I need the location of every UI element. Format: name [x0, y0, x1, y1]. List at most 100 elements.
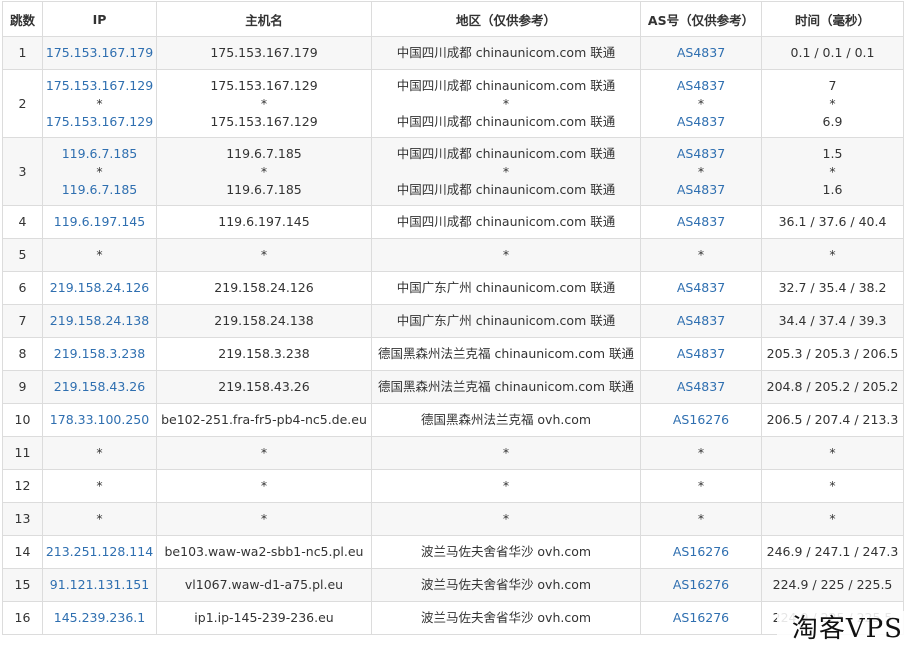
as-link[interactable]: AS16276: [643, 411, 759, 429]
region-cell: 波兰马佐夫舍省华沙 ovh.com: [371, 601, 641, 635]
ip-link[interactable]: 175.153.167.179: [45, 44, 154, 62]
hop-cell: 7: [2, 304, 43, 338]
hostname-cell: *: [156, 436, 372, 470]
time-text: 246.9 / 247.1 / 247.3: [766, 544, 899, 559]
ip-cell: 219.158.24.138: [42, 304, 157, 338]
region-text: *: [502, 478, 510, 493]
time-cell: *: [761, 502, 904, 536]
region-text: 德国黑森州法兰克福 ovh.com: [420, 412, 592, 427]
ip-link[interactable]: 145.239.236.1: [45, 609, 154, 627]
time-text: *: [829, 445, 836, 460]
region-cell: 中国四川成都 chinaunicom.com 联通 * 中国四川成都 chinaun…: [371, 69, 641, 138]
hostname-text: vl1067.waw-d1-a75.pl.eu: [184, 577, 344, 592]
as-link[interactable]: AS4837: [643, 345, 759, 363]
hostname-cell: *: [156, 502, 372, 536]
ip-cell: 175.153.167.179: [42, 36, 157, 70]
as-link[interactable]: AS16276: [643, 609, 759, 627]
region-cell: 德国黑森州法兰克福 ovh.com: [371, 403, 641, 437]
as-link[interactable]: AS4837: [643, 312, 759, 330]
hostname-text: 175.153.167.129: [210, 77, 318, 93]
as-link[interactable]: AS16276: [643, 576, 759, 594]
region-text: *: [502, 247, 510, 262]
ip-link[interactable]: 219.158.43.26: [45, 378, 154, 396]
time-text: *: [829, 511, 836, 526]
time-text: *: [829, 247, 836, 262]
hostname-cell: 119.6.7.185 * 119.6.7.185: [156, 137, 372, 206]
hostname-text: 175.153.167.179: [210, 45, 318, 60]
as-text: *: [697, 163, 705, 179]
region-text: 中国广东广州 chinaunicom.com 联通: [396, 280, 616, 295]
hostname-cell: 219.158.24.126: [156, 271, 372, 305]
hop-cell: 10: [2, 403, 43, 437]
ip-link[interactable]: 119.6.7.185: [45, 145, 154, 163]
as-cell: AS4837: [640, 205, 762, 239]
time-text: *: [829, 478, 836, 493]
ip-link[interactable]: 119.6.197.145: [45, 213, 154, 231]
hop-cell: 6: [2, 271, 43, 305]
ip-link[interactable]: 219.158.24.126: [45, 279, 154, 297]
as-link[interactable]: AS4837: [643, 44, 759, 62]
hostname-cell: *: [156, 469, 372, 503]
region-cell: 中国广东广州 chinaunicom.com 联通: [371, 271, 641, 305]
region-cell: 中国广东广州 chinaunicom.com 联通: [371, 304, 641, 338]
ip-link[interactable]: 175.153.167.129: [45, 113, 154, 131]
as-link[interactable]: AS4837: [643, 181, 759, 199]
watermark-logo: 淘客VPS: [777, 611, 905, 647]
ip-cell: 145.239.236.1: [42, 601, 157, 635]
hostname-text: 219.158.24.126: [214, 280, 314, 295]
hop-cell: 12: [2, 469, 43, 503]
hostname-cell: 175.153.167.179: [156, 36, 372, 70]
ip-link[interactable]: 219.158.3.238: [45, 345, 154, 363]
ip-text: *: [96, 511, 103, 526]
as-link[interactable]: AS4837: [643, 378, 759, 396]
header-as: AS号（仅供参考）: [640, 1, 762, 37]
region-text: 中国四川成都 chinaunicom.com 联通: [396, 145, 616, 161]
ip-link[interactable]: 219.158.24.138: [45, 312, 154, 330]
as-link[interactable]: AS4837: [643, 77, 759, 95]
as-cell: *: [640, 502, 762, 536]
as-link[interactable]: AS4837: [643, 113, 759, 131]
header-region: 地区（仅供参考）: [371, 1, 641, 37]
ip-cell: 178.33.100.250: [42, 403, 157, 437]
ip-cell: *: [42, 238, 157, 272]
as-link[interactable]: AS4837: [643, 213, 759, 231]
hop-cell: 16: [2, 601, 43, 635]
hop-cell: 11: [2, 436, 43, 470]
region-cell: *: [371, 238, 641, 272]
region-cell: 中国四川成都 chinaunicom.com 联通: [371, 36, 641, 70]
ip-cell: 91.121.131.151: [42, 568, 157, 602]
hostname-cell: be102-251.fra-fr5-pb4-nc5.de.eu: [156, 403, 372, 437]
ip-text: *: [96, 445, 103, 460]
hostname-cell: 175.153.167.129 * 175.153.167.129: [156, 69, 372, 138]
ip-link[interactable]: 175.153.167.129: [45, 77, 154, 95]
as-link[interactable]: AS4837: [643, 145, 759, 163]
time-text: 224.9 / 225 / 225.5: [772, 577, 893, 592]
as-link[interactable]: AS4837: [643, 279, 759, 297]
region-text: 中国四川成都 chinaunicom.com 联通: [396, 181, 616, 197]
region-text: 波兰马佐夫舍省华沙 ovh.com: [420, 610, 592, 625]
hostname-text: *: [260, 247, 268, 262]
ip-link[interactable]: 119.6.7.185: [45, 181, 154, 199]
hostname-text: 119.6.197.145: [218, 214, 310, 229]
time-cell: 34.4 / 37.4 / 39.3: [761, 304, 904, 338]
traceroute-table: 跳数 IP 主机名 地区（仅供参考） AS号（仅供参考） 时间（毫秒） 1 175…: [2, 1, 904, 635]
time-text: 205.3 / 205.3 / 206.5: [766, 346, 899, 361]
ip-link[interactable]: 213.251.128.114: [45, 543, 154, 561]
time-text: 1.6: [822, 181, 843, 197]
as-link[interactable]: AS16276: [643, 543, 759, 561]
as-cell: AS4837: [640, 337, 762, 371]
as-text: *: [697, 95, 705, 111]
table-row: 5 * * * * *: [2, 238, 904, 272]
ip-link[interactable]: 91.121.131.151: [45, 576, 154, 594]
hostname-text: 219.158.43.26: [218, 379, 310, 394]
hop-cell: 14: [2, 535, 43, 569]
ip-cell: *: [42, 436, 157, 470]
table-row: 4 119.6.197.145 119.6.197.145 中国四川成都 chinau…: [2, 205, 904, 239]
time-text: 1.5: [822, 145, 843, 161]
table-row: 14 213.251.128.114 be103.waw-wa2-sbb1-nc5.…: [2, 535, 904, 569]
hostname-cell: be103.waw-wa2-sbb1-nc5.pl.eu: [156, 535, 372, 569]
hostname-cell: vl1067.waw-d1-a75.pl.eu: [156, 568, 372, 602]
as-text: *: [697, 445, 705, 460]
hop-cell: 4: [2, 205, 43, 239]
ip-link[interactable]: 178.33.100.250: [45, 411, 154, 429]
